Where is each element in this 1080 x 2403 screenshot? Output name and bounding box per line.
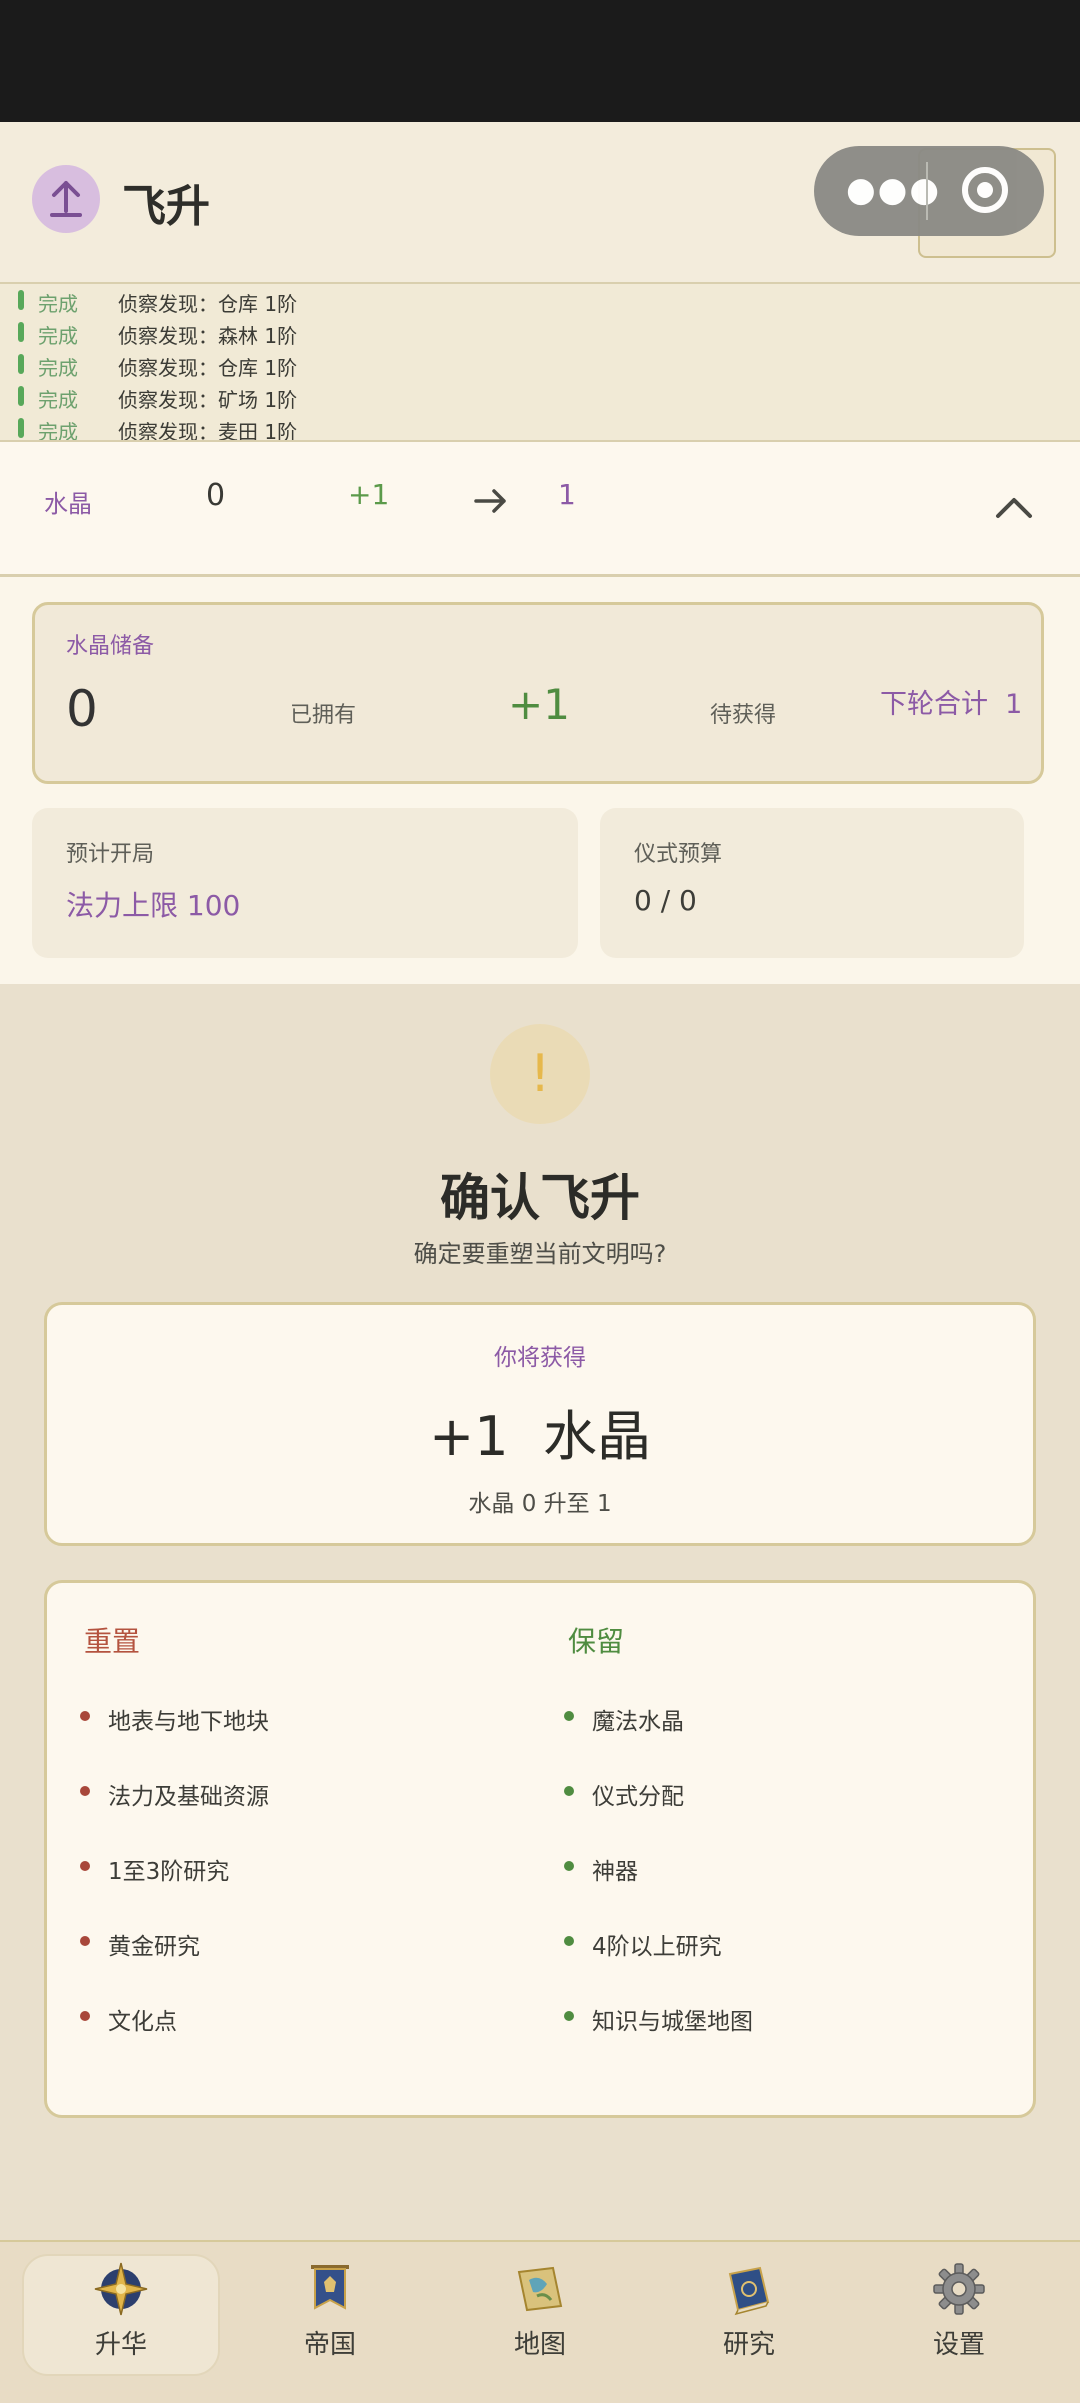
log-text: 侦察发现：森林 1阶	[118, 324, 298, 348]
reserve-pending-value: +1	[508, 680, 570, 729]
log-text: 侦察发现：仓库 1阶	[118, 356, 298, 380]
status-bar	[0, 0, 1080, 122]
log-status: 完成	[38, 388, 78, 412]
log-row: 完成 侦察发现：仓库 1阶	[0, 348, 1080, 380]
ascend-icon	[32, 165, 100, 233]
reset-item: 黄金研究	[108, 1934, 200, 1960]
expected-start-card	[32, 808, 578, 958]
bullet-icon	[564, 1711, 574, 1721]
nav-item-ascend[interactable]: 升华	[51, 2260, 191, 2361]
bullet-icon	[564, 1861, 574, 1871]
banner-icon	[311, 2265, 349, 2310]
log-row: 完成 侦察发现：仓库 1阶	[0, 284, 1080, 316]
keep-item: 魔法水晶	[592, 1709, 684, 1735]
log-row: 完成 侦察发现：森林 1阶	[0, 316, 1080, 348]
log-marker	[18, 418, 24, 438]
conversion-from: 0	[206, 478, 226, 513]
ritual-budget-value: 0 / 0	[634, 884, 697, 917]
reset-item: 1至3阶研究	[108, 1859, 230, 1885]
confirm-subtitle: 确定要重塑当前文明吗?	[413, 1240, 667, 1268]
reserve-title: 水晶储备	[66, 634, 155, 659]
log-marker	[18, 322, 24, 342]
log-row: 完成 侦察发现：麦田 1阶	[0, 412, 1080, 442]
chevron-up-icon[interactable]	[994, 496, 1034, 524]
log-status: 完成	[38, 356, 78, 380]
expected-start-value: 法力上限 100	[66, 889, 241, 922]
nav-item-empire[interactable]: 帝国	[260, 2260, 400, 2361]
confirm-title: 确认飞升	[440, 1169, 640, 1227]
ritual-budget-label: 仪式预算	[634, 842, 723, 867]
reserve-pending-label: 待获得	[710, 703, 777, 728]
log-text: 侦察发现：麦田 1阶	[118, 420, 298, 442]
nav-item-map[interactable]: 地图	[470, 2260, 610, 2361]
log-marker	[18, 290, 24, 310]
reset-item: 法力及基础资源	[108, 1784, 269, 1810]
bullet-icon	[80, 1936, 90, 1946]
nav-label: 升华	[94, 2330, 147, 2360]
bullet-icon	[80, 1786, 90, 1796]
bullet-icon	[80, 1711, 90, 1721]
reset-keep-card	[44, 1580, 1036, 2118]
gear-icon	[933, 2263, 985, 2315]
expected-start-label: 预计开局	[66, 842, 155, 867]
log-marker	[18, 354, 24, 374]
ritual-budget-card	[600, 808, 1024, 958]
log-marker	[18, 386, 24, 406]
arrow-right-icon	[474, 488, 508, 518]
page-title: 飞升	[122, 181, 210, 232]
log-text: 侦察发现：仓库 1阶	[118, 292, 298, 316]
reset-title: 重置	[84, 1625, 141, 1658]
bullet-icon	[80, 2011, 90, 2021]
reset-item: 文化点	[108, 2009, 177, 2035]
keep-title: 保留	[568, 1625, 625, 1658]
bullet-icon	[564, 1786, 574, 1796]
reward-label: 你将获得	[494, 1345, 586, 1371]
warning-icon: !	[490, 1024, 590, 1124]
spellbook-icon	[728, 2266, 770, 2316]
log-status: 完成	[38, 292, 78, 316]
event-log: 完成 侦察发现：仓库 1阶 完成 侦察发现：森林 1阶 完成 侦察发现：仓库 1…	[0, 284, 1080, 442]
keep-item: 神器	[592, 1859, 638, 1885]
keep-item: 4阶以上研究	[592, 1934, 722, 1960]
reserve-next-total: 下轮合计 1	[880, 689, 1023, 720]
exit-target-icon[interactable]	[962, 167, 1008, 213]
nav-item-settings[interactable]: 设置	[889, 2260, 1029, 2361]
nav-item-research[interactable]: 研究	[679, 2260, 819, 2361]
nav-label: 地图	[513, 2330, 566, 2360]
keep-item: 仪式分配	[592, 1784, 684, 1810]
conversion-to: 1	[558, 478, 576, 511]
reserve-owned-value: 0	[66, 680, 98, 738]
keep-item: 知识与城堡地图	[592, 2009, 753, 2035]
conversion-label: 水晶	[44, 490, 92, 518]
nav-label: 研究	[722, 2330, 775, 2360]
bullet-icon	[80, 1861, 90, 1871]
log-text: 侦察发现：矿场 1阶	[118, 388, 298, 412]
mini-program-capsule[interactable]: ●●●	[814, 146, 1044, 236]
crystal-conversion-bar[interactable]	[0, 442, 1080, 577]
conversion-gain: +1	[348, 478, 390, 511]
capsule-divider	[926, 162, 928, 220]
map-scroll-icon	[517, 2266, 563, 2312]
reset-item: 地表与地下地块	[108, 1709, 269, 1735]
log-row: 完成 侦察发现：矿场 1阶	[0, 380, 1080, 412]
nav-label: 设置	[932, 2330, 985, 2360]
compass-star-icon	[94, 2262, 148, 2316]
reserve-owned-label: 已拥有	[290, 703, 357, 728]
log-status: 完成	[38, 420, 78, 442]
reward-value: +1 水晶	[429, 1405, 651, 1468]
bullet-icon	[564, 1936, 574, 1946]
reward-detail: 水晶 0 升至 1	[468, 1491, 612, 1517]
nav-label: 帝国	[303, 2330, 356, 2360]
bullet-icon	[564, 2011, 574, 2021]
log-status: 完成	[38, 324, 78, 348]
